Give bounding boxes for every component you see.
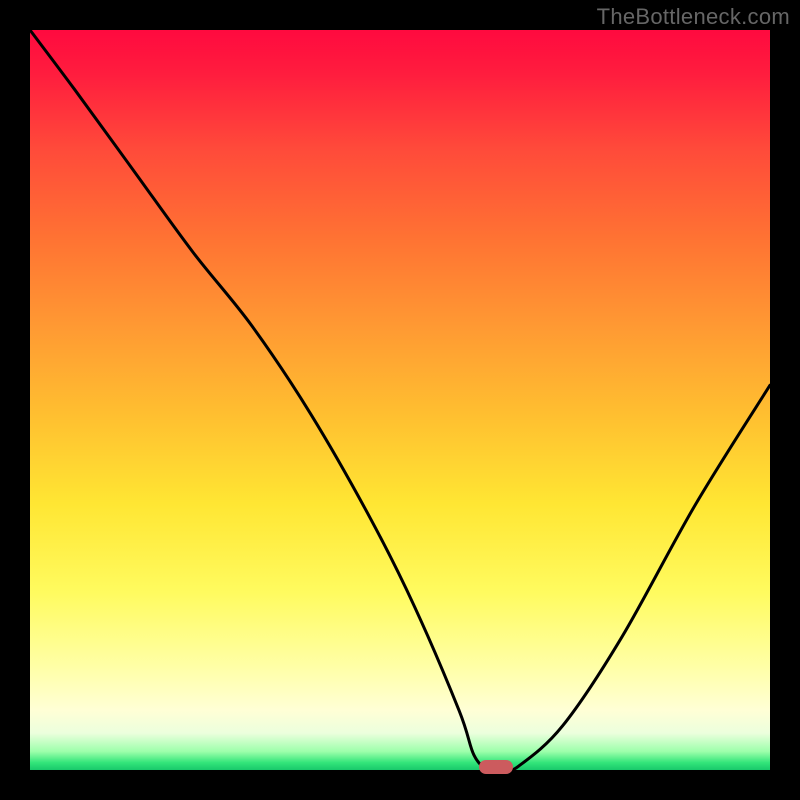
curve-layer — [30, 30, 770, 770]
watermark-text: TheBottleneck.com — [597, 4, 790, 30]
bottleneck-curve — [30, 30, 770, 770]
chart-frame: TheBottleneck.com — [0, 0, 800, 800]
plot-area — [30, 30, 770, 770]
optimum-marker — [479, 760, 513, 774]
